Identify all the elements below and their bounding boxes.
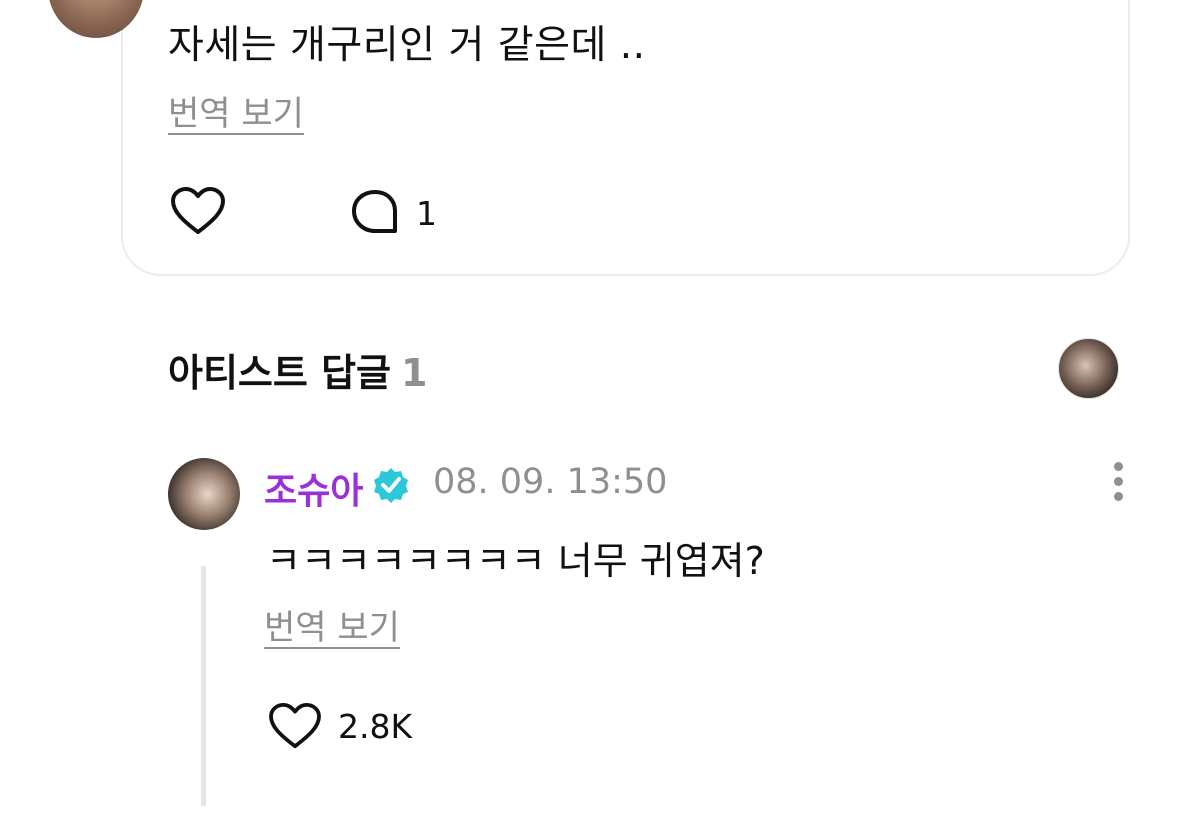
translate-link[interactable]: 번역 보기 (168, 86, 304, 135)
reply-translate-link[interactable]: 번역 보기 (264, 600, 400, 649)
like-button[interactable] (170, 186, 226, 236)
verified-badge-icon (374, 468, 408, 503)
parent-comment-text: 자세는 개구리인 거 같은데 .. (168, 23, 646, 68)
reply-count: 1 (416, 193, 437, 233)
like-count: 2.8K (338, 706, 413, 746)
artist-replies-title: 아티스트 답글 (168, 351, 391, 395)
thread-line (201, 566, 206, 806)
artist-avatar-small[interactable] (1058, 338, 1119, 399)
artist-replies-header: 아티스트 답글 1 (168, 342, 427, 397)
author-avatar[interactable] (168, 458, 240, 530)
author-name[interactable]: 조슈아 (264, 462, 363, 514)
reply-timestamp: 08. 09. 13:50 (433, 462, 668, 502)
reply-button[interactable]: 1 (350, 188, 437, 238)
comment-thread-page: 자세는 개구리인 거 같은데 .. 번역 보기 1 아티스트 답글 1 조슈아 0… (0, 0, 1179, 827)
artist-replies-count: 1 (401, 351, 428, 395)
reply-text: ㅋㅋㅋㅋㅋㅋㅋㅋ 너무 귀엽져? (266, 539, 765, 583)
heart-outline-icon (269, 702, 321, 749)
speech-bubble-icon (352, 190, 397, 233)
more-options-icon[interactable] (1106, 462, 1130, 506)
reply-like-button[interactable]: 2.8K (268, 702, 412, 750)
heart-outline-icon (171, 187, 225, 234)
